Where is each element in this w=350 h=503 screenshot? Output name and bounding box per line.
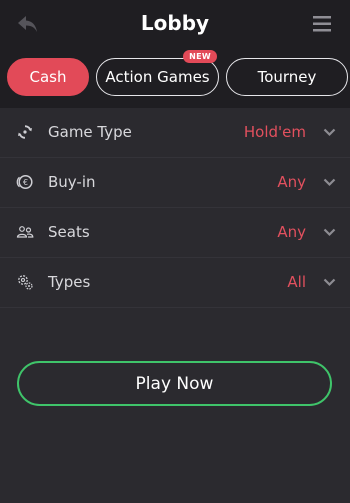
filter-value-game-type: Hold'em [243,123,306,141]
filter-value-seats: Any [277,223,306,241]
play-now-label: Play Now [135,373,214,394]
filter-value-buy-in: Any [277,173,306,191]
game-tabs: Cash Action Games NEW Tourney [0,48,350,108]
filter-label-game-type: Game Type [48,123,132,141]
filter-row-game-type[interactable]: Game Type Hold'em [0,108,350,158]
tab-tourney[interactable]: Tourney [226,58,348,96]
tab-cash[interactable]: Cash [7,58,89,96]
page-title: Lobby [140,11,210,35]
top-bar: Lobby [0,0,350,48]
filter-label-seats: Seats [48,223,90,241]
hamburger-menu-icon [313,16,331,32]
tab-tourney-label: Tourney [257,68,317,86]
filter-label-buy-in: Buy-in [48,173,96,191]
filter-row-buy-in[interactable]: € Buy-in Any [0,158,350,208]
lobby-screen: Lobby Cash Action Games NEW Tourney Game… [0,0,350,503]
gears-icon [16,273,34,291]
tab-action-games-label: Action Games [105,68,210,86]
filter-row-seats[interactable]: Seats Any [0,208,350,258]
tab-action-games[interactable]: Action Games NEW [96,50,219,96]
play-now-button[interactable]: Play Now [17,361,332,406]
filter-label-types: Types [48,273,91,291]
filter-value-types: All [287,273,306,291]
refresh-cycle-icon [16,123,34,141]
svg-text:€: € [23,178,28,187]
chevron-down-icon [322,275,336,289]
filter-list: Game Type Hold'em € Buy-in Any Seats Any… [0,108,350,308]
chevron-down-icon [322,225,336,239]
new-badge: NEW [183,50,217,63]
menu-button[interactable] [306,8,338,40]
users-icon [16,223,34,241]
filter-row-types[interactable]: Types All [0,258,350,308]
chevron-down-icon [322,175,336,189]
tab-cash-label: Cash [29,68,67,86]
coin-euro-icon: € [16,173,34,191]
chevron-down-icon [322,125,336,139]
